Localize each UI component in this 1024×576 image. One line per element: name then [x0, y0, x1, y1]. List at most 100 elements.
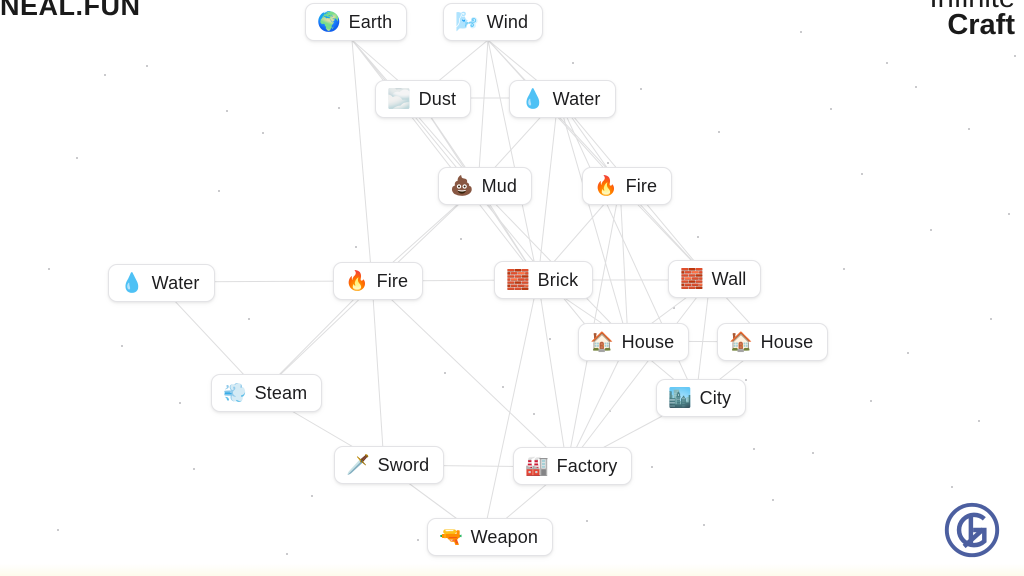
background-particle	[417, 539, 419, 541]
background-particle	[121, 345, 123, 347]
connection-line	[619, 185, 629, 342]
crafted-item-city[interactable]: 🏙️ City	[656, 379, 747, 417]
crafted-item-house1[interactable]: 🏠 House	[578, 323, 690, 361]
crafted-item-steam[interactable]: 💨 Steam	[211, 374, 323, 412]
background-particle	[703, 524, 705, 526]
mud-pile-icon: 💩	[450, 175, 474, 197]
background-particle	[226, 110, 228, 112]
background-particle	[812, 452, 814, 454]
background-particle	[179, 402, 181, 404]
background-particle	[338, 107, 340, 109]
crafted-item-house2[interactable]: 🏠 House	[717, 323, 829, 361]
earth-globe-icon: 🌍	[317, 11, 341, 33]
game-title-line2: Craft	[947, 8, 1015, 41]
crafted-item-water2[interactable]: 💧 Water	[108, 264, 215, 302]
background-particle	[772, 499, 774, 501]
connection-line	[351, 39, 539, 281]
crafted-item-weapon[interactable]: 🔫 Weapon	[427, 518, 553, 556]
background-particle	[57, 529, 59, 531]
background-particle	[355, 246, 357, 248]
house-icon: 🏠	[590, 331, 614, 353]
crafted-item-fire1[interactable]: 🔥 Fire	[582, 167, 673, 205]
crafted-item-label: Factory	[556, 455, 618, 476]
bottom-gradient-band	[0, 564, 1024, 576]
crafted-item-wall[interactable]: 🧱 Wall	[668, 260, 762, 298]
background-particle	[830, 108, 832, 110]
background-particle	[248, 318, 250, 320]
background-particle	[915, 86, 917, 88]
background-particle	[586, 520, 588, 522]
background-particle	[886, 62, 888, 64]
connection-line	[477, 39, 489, 187]
site-brand-neal-fun: NEAL.FUN	[0, 0, 141, 21]
crafted-item-label: House	[621, 331, 675, 352]
background-particle	[718, 131, 720, 133]
crafted-item-water1[interactable]: 💧 Water	[509, 80, 616, 118]
connection-line	[487, 39, 711, 281]
dust-fog-icon: 🌫️	[387, 88, 411, 110]
background-particle	[549, 338, 551, 340]
background-particle	[907, 352, 909, 354]
background-particle	[640, 88, 642, 90]
connection-line	[487, 39, 539, 281]
background-particle	[572, 62, 574, 64]
background-particle	[502, 386, 504, 388]
crafted-item-label: Brick	[537, 269, 579, 290]
background-particle	[930, 229, 932, 231]
background-particle	[673, 307, 675, 309]
crafted-item-wind[interactable]: 🌬️ Wind	[443, 3, 544, 41]
crafted-item-factory[interactable]: 🏭 Factory	[513, 447, 633, 485]
crafted-item-label: Fire	[625, 175, 658, 196]
crafted-item-label: Wind	[486, 11, 529, 32]
background-particle	[651, 466, 653, 468]
crafted-item-label: House	[760, 331, 814, 352]
connection-line	[566, 279, 711, 468]
connection-line	[351, 39, 373, 282]
wind-face-icon: 🌬️	[455, 11, 479, 33]
crafted-item-label: Mud	[481, 175, 517, 196]
crafted-item-label: Earth	[348, 11, 393, 32]
crafted-item-label: Weapon	[470, 526, 538, 547]
background-particle	[951, 486, 953, 488]
background-particle	[753, 448, 755, 450]
weapon-pistol-icon: 🔫	[439, 526, 463, 548]
connection-line	[537, 279, 568, 468]
background-particle	[697, 236, 699, 238]
background-particle	[609, 410, 611, 412]
crafted-item-label: Sword	[377, 454, 430, 475]
connection-line	[482, 279, 539, 539]
background-particle	[745, 379, 747, 381]
crafted-item-fire2[interactable]: 🔥 Fire	[333, 262, 424, 300]
steam-dash-icon: 💨	[223, 382, 247, 404]
crafted-item-label: Water	[151, 272, 200, 293]
brick-icon: 🧱	[506, 269, 530, 291]
crafted-item-mud[interactable]: 💩 Mud	[438, 167, 532, 205]
background-particle	[48, 268, 50, 270]
background-particle	[843, 268, 845, 270]
crafted-item-brick[interactable]: 🧱 Brick	[494, 261, 594, 299]
crafted-item-dust[interactable]: 🌫️ Dust	[375, 80, 472, 118]
crafted-item-sword[interactable]: 🗡️ Sword	[334, 446, 445, 484]
crafted-item-earth[interactable]: 🌍 Earth	[305, 3, 408, 41]
background-particle	[978, 420, 980, 422]
connection-line	[537, 97, 559, 281]
background-particle	[968, 128, 970, 130]
infinite-craft-canvas: NEAL.FUN Infinite Craft 🌍 Earth 🌬️ Wind 🌫️ Du…	[0, 0, 1024, 576]
background-particle	[262, 132, 264, 134]
crafted-item-label: Water	[552, 88, 601, 109]
background-particle	[218, 190, 220, 192]
crafted-item-label: Dust	[418, 88, 457, 109]
crafted-item-label: City	[699, 387, 732, 408]
crafted-item-label: Steam	[254, 382, 308, 403]
background-particle	[800, 31, 802, 33]
water-droplet-icon: 💧	[120, 272, 144, 294]
cityscape-icon: 🏙️	[668, 387, 692, 409]
connection-line	[557, 97, 629, 342]
crafted-item-label: Fire	[376, 270, 409, 291]
background-particle	[990, 318, 992, 320]
background-particle	[311, 495, 313, 497]
background-particle	[444, 372, 446, 374]
background-particle	[76, 157, 78, 159]
background-particle	[870, 400, 872, 402]
gg-logo-watermark	[944, 502, 1000, 558]
